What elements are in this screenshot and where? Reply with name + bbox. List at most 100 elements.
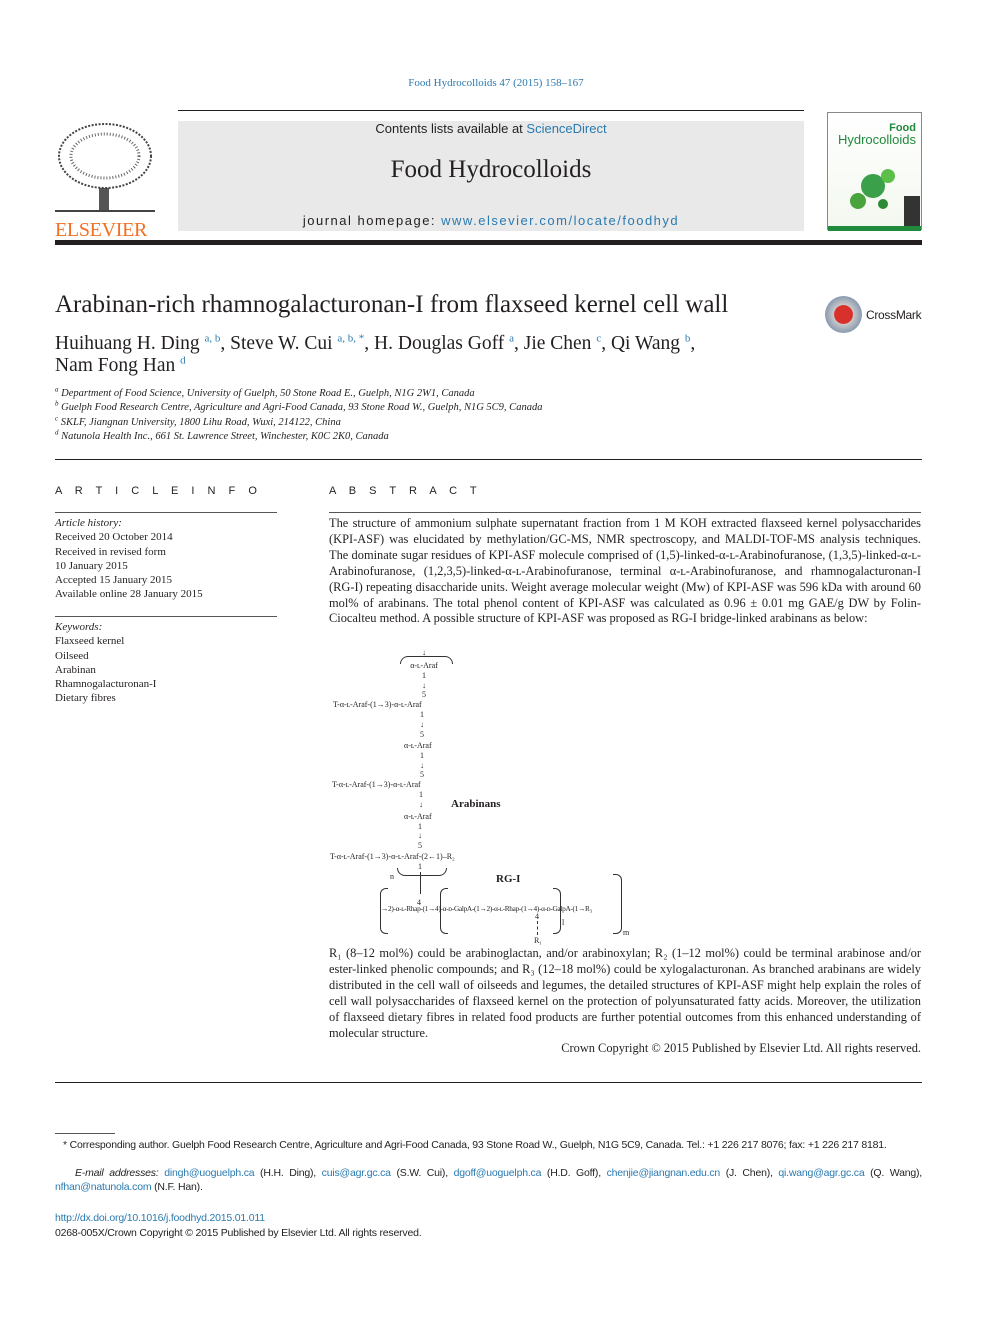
citation-link[interactable]: Food Hydrocolloids 47 (2015) 158–167: [408, 77, 583, 89]
author[interactable]: Steve W. Cui a, b, *: [230, 333, 364, 354]
author-name: Steve W. Cui: [230, 333, 333, 354]
email-owner: (N.F. Han).: [151, 1181, 203, 1194]
email-link[interactable]: chenjie@jiangnan.edu.cn: [607, 1167, 721, 1179]
email-owner: (H.D. Goff),: [541, 1167, 607, 1179]
author-name: Nam Fong Han: [55, 355, 176, 376]
journal-homepage: journal homepage: www.elsevier.com/locat…: [178, 213, 804, 228]
history-item: Received in revised form: [55, 545, 166, 558]
history-item: Received 20 October 2014: [55, 531, 173, 544]
residue: α-ʟ-Araf: [404, 741, 432, 750]
author-affil[interactable]: a, b: [205, 333, 221, 345]
author[interactable]: Qi Wang b: [611, 333, 690, 354]
footnote-rule: [55, 1133, 115, 1134]
arrow: ↓: [419, 800, 423, 809]
abstract-copyright: Crown Copyright © 2015 Published by Else…: [561, 1041, 921, 1056]
affiliation: b Guelph Food Research Centre, Agricultu…: [55, 399, 543, 415]
arrow: ↓: [422, 681, 426, 690]
link-pos: 1: [420, 751, 424, 760]
email-link[interactable]: qi.wang@agr.gc.ca: [778, 1167, 864, 1179]
abstract-paragraph-1: The structure of ammonium sulphate super…: [329, 516, 921, 626]
residue: T-α-ʟ-Araf-(1→3)-α-ʟ-Araf: [333, 700, 422, 709]
affiliations: a Department of Food Science, University…: [55, 385, 543, 444]
doi-link[interactable]: http://dx.doi.org/10.1016/j.foodhyd.2015…: [55, 1212, 265, 1224]
residue: α-ʟ-Araf: [410, 661, 438, 670]
rgi-label: RG-I: [496, 873, 521, 885]
link-pos: 5: [418, 841, 422, 850]
link-pos: 5: [420, 770, 424, 779]
email-link[interactable]: dingh@uoguelph.ca: [164, 1167, 254, 1179]
issn-line: 0268-005X/Crown Copyright © 2015 Publish…: [55, 1227, 422, 1239]
affiliation: c SKLF, Jiangnan University, 1800 Lihu R…: [55, 414, 542, 430]
article-history: Article history: Received 20 October 201…: [55, 516, 277, 602]
r1-label: R₁: [533, 936, 543, 945]
keywords: Keywords: Flaxseed kernel Oilseed Arabin…: [55, 620, 277, 706]
arrow: ↓: [420, 761, 424, 770]
elsevier-tree-icon: [55, 123, 155, 212]
link-pos: 5: [422, 690, 426, 699]
arrow: ↓: [420, 720, 424, 729]
bond-line: [537, 921, 538, 935]
cover-title-2: Hydrocolloids: [837, 132, 916, 147]
author-affil[interactable]: d: [180, 355, 186, 367]
affil-mark: b: [55, 399, 59, 408]
divider: [178, 110, 804, 111]
rgi-backbone: →2)-α-ʟ-Rhap-(1→4)-α-ᴅ-GalpA-(1→2)-α-ʟ-R…: [381, 904, 592, 913]
email-link[interactable]: cuis@agr.gc.ca: [322, 1167, 391, 1179]
link-pos: 5: [420, 730, 424, 739]
divider: [329, 512, 921, 513]
link-pos: 1: [419, 790, 423, 799]
crossmark-button[interactable]: CrossMark: [825, 296, 922, 333]
author-name: Qi Wang: [610, 333, 680, 354]
elsevier-logo: ELSEVIER: [55, 121, 155, 241]
repeat-n: n: [390, 872, 394, 881]
author[interactable]: Huihuang H. Ding a, b: [55, 333, 220, 354]
corresponding-note: * Corresponding author. Guelph Food Rese…: [63, 1139, 887, 1151]
affil-mark: d: [55, 428, 59, 437]
keyword: Arabinan: [55, 663, 96, 676]
email-note: E-mail addresses: dingh@uoguelph.ca (H.H…: [55, 1166, 922, 1195]
author-affil[interactable]: a: [509, 333, 514, 345]
author-affil[interactable]: b: [685, 333, 691, 345]
email-link[interactable]: nfhan@natunola.com: [55, 1181, 152, 1193]
affil-mark: a: [55, 385, 59, 394]
affil-text: Department of Food Science, University o…: [61, 388, 475, 399]
author-affil[interactable]: a, b, *: [337, 333, 364, 345]
author[interactable]: Jie Chen c: [524, 333, 601, 354]
email-link[interactable]: dgoff@uoguelph.ca: [454, 1167, 542, 1179]
residue: T-α-ʟ-Araf-(1→3)-α-ʟ-Araf: [332, 780, 421, 789]
divider: [55, 1082, 922, 1083]
link-pos: 1: [420, 710, 424, 719]
journal-citation[interactable]: Food Hydrocolloids 47 (2015) 158–167: [0, 77, 992, 89]
arrow: ↓: [418, 831, 422, 840]
affil-text: Guelph Food Research Centre, Agriculture…: [61, 402, 543, 414]
abstract-text: R₁ (8–12 mol%) could be arabinoglactan, …: [329, 946, 921, 1040]
history-item: Accepted 15 January 2015: [55, 574, 172, 587]
article-title: Arabinan-rich rhamnogalacturonan-I from …: [55, 291, 729, 318]
journal-cover: Food Hydrocolloids: [827, 112, 922, 231]
residue: α-ʟ-Araf: [404, 812, 432, 821]
link-pos: 4: [535, 912, 539, 921]
keyword: Rhamnogalacturonan-I: [55, 678, 157, 691]
contents-line: Contents lists available at ScienceDirec…: [178, 121, 804, 136]
author-name: Jie Chen: [523, 333, 592, 354]
email-owner: (J. Chen),: [720, 1167, 779, 1179]
doi-line: http://dx.doi.org/10.1016/j.foodhyd.2015…: [55, 1211, 922, 1225]
abstract-paragraph-2: R₁ (8–12 mol%) could be arabinoglactan, …: [329, 946, 921, 1057]
email-label: E-mail addresses:: [75, 1167, 165, 1179]
author-name: H. Douglas Goff: [374, 333, 505, 354]
affil-mark: c: [55, 414, 59, 423]
homepage-link[interactable]: www.elsevier.com/locate/foodhyd: [441, 213, 679, 228]
sciencedirect-link[interactable]: ScienceDirect: [526, 121, 606, 136]
email-owner: (Q. Wang),: [864, 1167, 923, 1179]
author-list: Huihuang H. Ding a, b, Steve W. Cui a, b…: [55, 332, 696, 376]
homepage-prefix: journal homepage:: [302, 213, 442, 228]
affiliation: d Natunola Health Inc., 661 St. Lawrence…: [55, 428, 542, 444]
author[interactable]: Nam Fong Han d: [55, 355, 186, 376]
elsevier-wordmark: ELSEVIER: [55, 219, 148, 241]
affil-text: Natunola Health Inc., 661 St. Lawrence S…: [61, 430, 389, 442]
author-affil[interactable]: c: [596, 333, 601, 345]
author[interactable]: H. Douglas Goff a: [374, 333, 514, 354]
abstract-heading: A B S T R A C T: [329, 485, 482, 497]
article-info-heading: A R T I C L E I N F O: [55, 485, 262, 497]
email-owner: (H.H. Ding),: [254, 1167, 322, 1179]
